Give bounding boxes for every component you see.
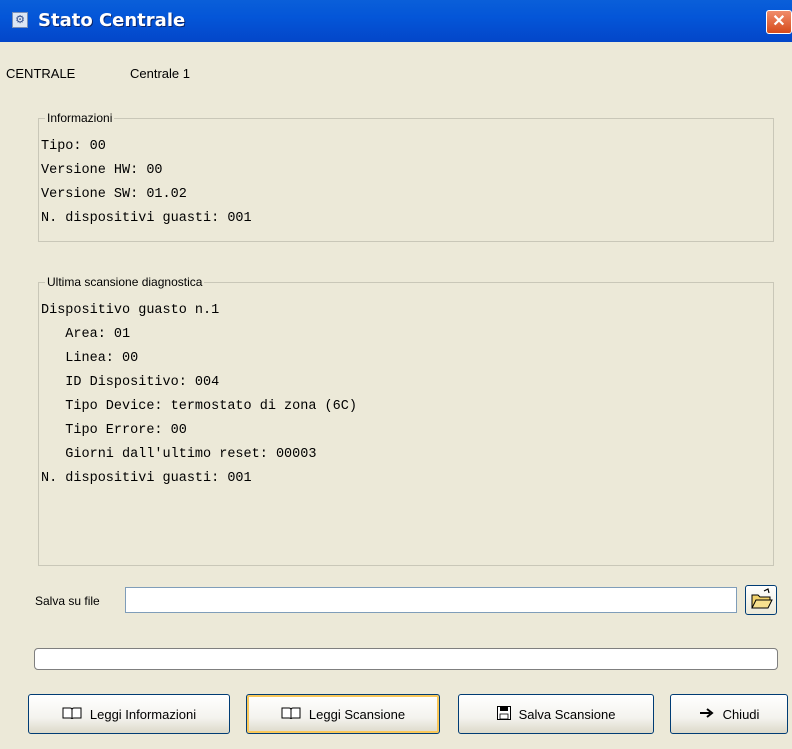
scan-line: Tipo Device: termostato di zona (6C) bbox=[41, 399, 357, 414]
read-scan-label: Leggi Scansione bbox=[308, 706, 406, 722]
book-icon bbox=[62, 706, 82, 723]
info-line: N. dispositivi guasti: 001 bbox=[41, 211, 252, 226]
central-name: Centrale 1 bbox=[130, 66, 190, 81]
close-label: Chiudi bbox=[722, 706, 760, 722]
arrow-right-icon bbox=[699, 707, 715, 722]
info-line: Versione SW: 01.02 bbox=[41, 187, 187, 202]
save-file-label: Salva su file bbox=[35, 594, 100, 608]
read-info-label: Leggi Informazioni bbox=[89, 706, 197, 722]
scan-legend: Ultima scansione diagnostica bbox=[45, 275, 205, 289]
central-label: CENTRALE bbox=[6, 66, 76, 81]
close-button[interactable]: Chiudi bbox=[670, 694, 788, 734]
scan-line: Area: 01 bbox=[41, 327, 131, 342]
scan-line: ID Dispositivo: 004 bbox=[41, 375, 220, 390]
app-icon[interactable]: ⚙ bbox=[12, 12, 28, 28]
close-icon: ✕ bbox=[772, 13, 786, 30]
browse-button[interactable] bbox=[745, 585, 777, 615]
read-info-button[interactable]: Leggi Informazioni bbox=[28, 694, 230, 734]
scan-line: Tipo Errore: 00 bbox=[41, 423, 187, 438]
window-title: Stato Centrale bbox=[38, 10, 186, 31]
open-folder-icon bbox=[751, 588, 773, 609]
progress-bar bbox=[34, 648, 778, 670]
scan-groupbox: Ultima scansione diagnostica Dispositivo… bbox=[38, 275, 774, 566]
scan-line: N. dispositivi guasti: 001 bbox=[41, 471, 252, 486]
floppy-disk-icon bbox=[496, 705, 511, 723]
scan-line: Linea: 00 bbox=[41, 351, 139, 366]
info-line: Versione HW: 00 bbox=[41, 163, 163, 178]
close-window-button[interactable]: ✕ bbox=[766, 10, 792, 34]
read-scan-button[interactable]: Leggi Scansione bbox=[246, 694, 440, 734]
book-icon bbox=[281, 706, 301, 723]
info-groupbox: Informazioni Tipo: 00 Versione HW: 00 Ve… bbox=[38, 111, 774, 242]
save-file-input[interactable] bbox=[125, 587, 737, 613]
title-bar[interactable]: ⚙ Stato Centrale ✕ bbox=[0, 0, 792, 42]
info-legend: Informazioni bbox=[45, 111, 115, 125]
info-line: Tipo: 00 bbox=[41, 139, 106, 154]
scan-line: Dispositivo guasto n.1 bbox=[41, 303, 220, 318]
scan-line: Giorni dall'ultimo reset: 00003 bbox=[41, 447, 317, 462]
save-scan-button[interactable]: Salva Scansione bbox=[458, 694, 654, 734]
save-scan-label: Salva Scansione bbox=[518, 706, 616, 722]
